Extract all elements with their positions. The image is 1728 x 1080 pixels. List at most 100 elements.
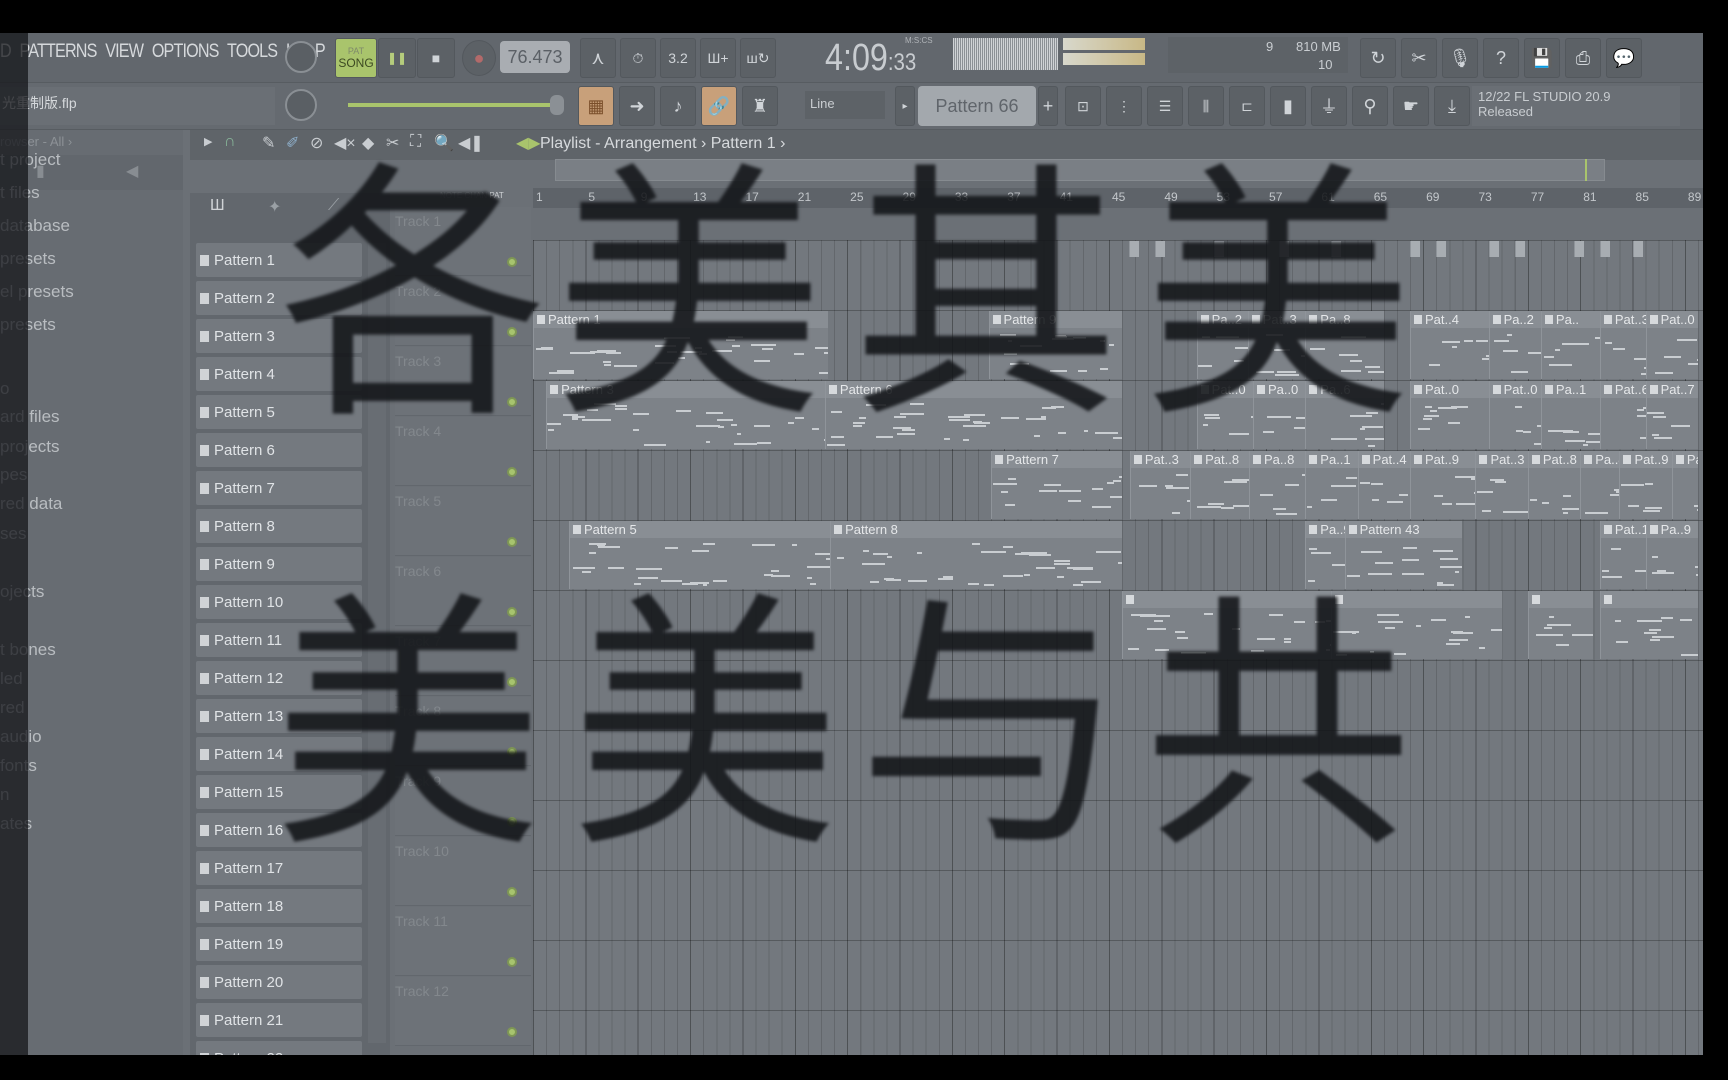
track-header[interactable]: Track 2 [395, 277, 531, 346]
pattern-list-item[interactable]: Pattern 4 [196, 357, 362, 391]
pattern-list-item[interactable]: Pattern 5 [196, 395, 362, 429]
playlist-clip[interactable]: Pa..8 [1305, 311, 1384, 379]
speaker-icon[interactable]: ◀ [126, 161, 138, 181]
slice-icon[interactable]: ✂ [386, 133, 399, 153]
track-header[interactable]: Track 9 [395, 767, 531, 836]
playlist-clip[interactable]: Pat..3 [1247, 311, 1306, 379]
mute-icon[interactable]: ◀× [334, 133, 356, 153]
pattern-list-item[interactable]: Pattern 11 [196, 623, 362, 657]
playlist-clip[interactable]: Pattern 5 [568, 521, 831, 589]
pattern-list-item[interactable]: Pattern 16 [196, 813, 362, 847]
playlist-clip[interactable]: Pat..4 [1357, 451, 1411, 519]
pattern-list-item[interactable]: Pattern 17 [196, 851, 362, 885]
chat-icon[interactable]: 💬 [1606, 38, 1642, 78]
playlist-clip[interactable]: Pat..9 [1410, 451, 1476, 519]
track-enable-button[interactable] [507, 537, 517, 547]
playlist-clip-small[interactable] [1573, 241, 1584, 257]
playlist-clip[interactable]: Pa..0 [1252, 381, 1306, 449]
track-header[interactable]: Track 5 [395, 487, 531, 556]
playlist-clip[interactable]: Pa.. [1540, 311, 1600, 379]
track-header[interactable]: Track 10 [395, 837, 531, 906]
tab-note[interactable]: NOTE [440, 191, 462, 200]
playlist-clip-small[interactable] [1154, 241, 1165, 257]
playlist-clip[interactable]: Pat..0 [1645, 311, 1698, 379]
playlist-clip-small[interactable] [1128, 241, 1139, 257]
microphone-icon[interactable]: 🎙 [1442, 38, 1478, 78]
playlist-clip[interactable]: Pat..3 [1129, 451, 1191, 519]
playlist-clip-small[interactable] [1514, 241, 1525, 257]
pattern-list-item[interactable]: Pattern 15 [196, 775, 362, 809]
track-header[interactable]: Track 1 [395, 207, 531, 276]
plugin-icon[interactable]: ⏚ [1311, 86, 1347, 126]
playlist-clip[interactable]: Pattern 43 [1344, 521, 1463, 589]
playlist-clip[interactable]: Pattern 3 [546, 381, 825, 449]
touch-controller-icon[interactable]: ⚲ [1352, 86, 1388, 126]
cut-icon[interactable]: ✂ [1401, 38, 1437, 78]
playlist-clip[interactable]: Pa..1 [1540, 381, 1600, 449]
playlist-overview-scrollbar[interactable] [555, 159, 1605, 181]
playlist-icon[interactable]: ⊡ [1065, 86, 1101, 126]
playlist-clip[interactable]: Pa..8 [1249, 451, 1306, 519]
track-enable-button[interactable] [507, 1027, 517, 1037]
playlist-clip-small[interactable] [1632, 241, 1643, 257]
playlist-clip[interactable]: Pat..4 [1410, 311, 1489, 379]
playlist-clip-small[interactable] [1488, 241, 1499, 257]
help-icon[interactable]: ? [1483, 38, 1519, 78]
playlist-clip[interactable]: Pattern 1 [533, 311, 828, 379]
pattern-list-item[interactable]: Pattern 20 [196, 965, 362, 999]
master-volume-knob[interactable] [285, 41, 317, 73]
master-pitch-knob[interactable] [285, 89, 317, 121]
pattern-prev-arrow[interactable]: ▸ [895, 86, 915, 126]
magnet-icon[interactable]: ∩ [224, 133, 236, 151]
playlist-clip-small[interactable] [1410, 241, 1421, 257]
track-enable-button[interactable] [507, 257, 517, 267]
audio-icon[interactable]: ✦ [268, 197, 281, 217]
add-pattern-button[interactable]: + [1038, 86, 1058, 126]
automation-icon[interactable]: ⟋ [328, 197, 339, 215]
piano-roll-icon[interactable]: ▦ [578, 86, 614, 126]
select-icon[interactable]: ⛶ [410, 133, 421, 151]
project-icon[interactable]: ▮ [1270, 86, 1306, 126]
news-panel[interactable]: 12/22 FL STUDIO 20.9 Released [1472, 86, 1680, 126]
add-pattern-plus[interactable]: + [270, 1053, 281, 1055]
track-enable-button[interactable] [507, 397, 517, 407]
delete-icon[interactable]: ⊘ [310, 133, 323, 153]
track-header[interactable]: Track 11 [395, 907, 531, 976]
pattern-list-item[interactable]: Pattern 12 [196, 661, 362, 695]
pattern-list-item[interactable]: Pattern 21 [196, 1003, 362, 1037]
playlist-clip[interactable]: Pat..0 [1410, 381, 1489, 449]
picker-scrollbar[interactable] [368, 243, 386, 1043]
pattern-list-item[interactable]: Pattern 3 [196, 319, 362, 353]
countdown-icon[interactable]: 3.2 [660, 38, 696, 78]
playlist-clip[interactable] [1331, 591, 1502, 659]
tab-pat[interactable]: PAT [489, 191, 503, 200]
browser-icon[interactable]: ⊏ [1229, 86, 1265, 126]
track-header[interactable]: Track 7 [395, 627, 531, 696]
playlist-clip-small[interactable] [1213, 241, 1224, 257]
track-header[interactable]: Track 12 [395, 977, 531, 1046]
loop-record-icon[interactable]: ш↻ [740, 38, 776, 78]
export-icon[interactable]: ⎙ [1565, 38, 1601, 78]
save-icon[interactable]: 💾 [1524, 38, 1560, 78]
track-enable-button[interactable] [507, 817, 517, 827]
snap-dropdown[interactable]: Line [805, 91, 885, 119]
playlist-clip[interactable]: Pa..6 [1305, 381, 1384, 449]
track-header[interactable]: Track 4 [395, 417, 531, 486]
playback-icon[interactable]: ◀❚ [458, 133, 484, 153]
pattern-list-item[interactable]: Pattern 8 [196, 509, 362, 543]
track-enable-button[interactable] [507, 747, 517, 757]
track-header[interactable]: Track 3 [395, 347, 531, 416]
track-enable-button[interactable] [507, 607, 517, 617]
song-time-display[interactable]: 4:09:33 [825, 37, 916, 80]
menu-arrow-icon[interactable]: ▶ [204, 135, 212, 148]
pencil-icon[interactable]: ✎ [262, 133, 275, 153]
playlist-clip-small[interactable] [1436, 241, 1447, 257]
piano-roll-window-icon[interactable]: ⋮ [1106, 86, 1142, 126]
playlist-clip[interactable]: Pat..0 [1671, 451, 1698, 519]
playlist-clip[interactable]: Pat..8 [1190, 451, 1249, 519]
slip-icon[interactable]: ◆ [362, 133, 374, 153]
playlist-clip[interactable]: Pat..0 [1196, 381, 1253, 449]
pattern-list-item[interactable]: Pattern 9 [196, 547, 362, 581]
playlist-clip[interactable]: Pattern 7 [991, 451, 1123, 519]
playlist-clip[interactable]: Pat..3 [1599, 311, 1646, 379]
